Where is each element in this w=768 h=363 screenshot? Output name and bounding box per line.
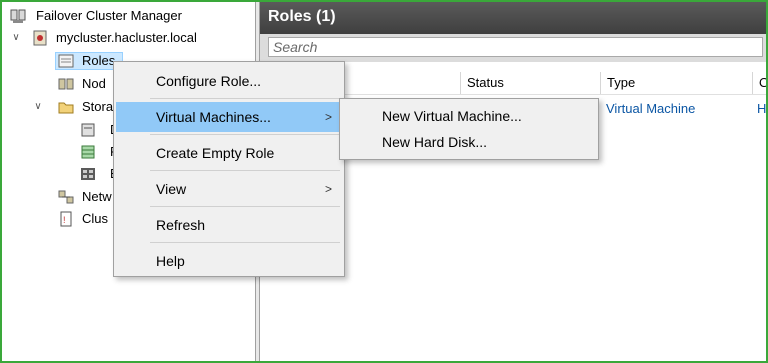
tree-item-label: Failover Cluster Manager — [36, 8, 182, 23]
network-icon — [58, 189, 74, 205]
menu-item-label: Refresh — [156, 217, 206, 233]
storage-folder-icon — [58, 99, 74, 115]
chevron-right-icon: > — [324, 110, 332, 124]
menu-separator — [150, 134, 340, 135]
tree-item-label: Stora — [82, 99, 114, 114]
menu-item-help[interactable]: Help — [116, 246, 342, 276]
chevron-down-icon[interactable]: ∨ — [10, 28, 22, 48]
chevron-down-icon[interactable]: ∨ — [32, 97, 44, 117]
menu-item-create-empty-role[interactable]: Create Empty Role — [116, 138, 342, 168]
roles-header: Roles (1) — [260, 2, 766, 34]
virtual-machines-submenu: New Virtual Machine... New Hard Disk... — [339, 98, 599, 160]
menu-item-label: Configure Role... — [156, 73, 262, 89]
menu-item-new-hard-disk[interactable]: New Hard Disk... — [342, 127, 596, 157]
roles-icon — [58, 53, 74, 69]
context-menu: Configure Role... Virtual Machines... > … — [113, 61, 345, 277]
menu-item-configure-role[interactable]: Configure Role... — [116, 66, 342, 96]
cluster-icon — [32, 30, 48, 46]
menu-item-refresh[interactable]: Refresh — [116, 210, 342, 240]
menu-item-virtual-machines[interactable]: Virtual Machines... > — [116, 102, 342, 132]
cell-type: Virtual Machine — [606, 101, 696, 116]
menu-item-label: Help — [156, 253, 185, 269]
enclosure-icon — [80, 166, 96, 182]
menu-separator — [150, 206, 340, 207]
menu-separator — [150, 170, 340, 171]
column-header-status[interactable]: Status — [460, 72, 600, 94]
chevron-right-icon: > — [324, 182, 332, 196]
menu-item-label: View — [156, 181, 187, 197]
search-input[interactable] — [268, 37, 763, 57]
column-header-type[interactable]: Type — [600, 72, 752, 94]
pool-icon — [80, 144, 96, 160]
tree-item-label: Roles — [82, 53, 116, 68]
menu-item-label: Create Empty Role — [156, 145, 275, 161]
cell-owner: H — [757, 101, 766, 116]
menu-item-label: New Hard Disk... — [382, 134, 488, 150]
menu-item-label: Virtual Machines... — [156, 109, 271, 125]
menu-separator — [150, 242, 340, 243]
menu-separator — [150, 98, 340, 99]
tree-item-label: Nod — [82, 76, 106, 91]
search-bar — [260, 34, 766, 62]
cluster-events-icon: ! — [58, 211, 74, 227]
tree-item-label: Netw — [82, 189, 112, 204]
tree-item-label: mycluster.hacluster.local — [56, 30, 197, 45]
svg-text:!: ! — [63, 215, 66, 225]
disk-icon — [80, 122, 96, 138]
tree-item-label: Clus — [82, 211, 109, 226]
menu-item-view[interactable]: View > — [116, 174, 342, 204]
nodes-icon — [58, 76, 74, 92]
cluster-manager-icon — [10, 8, 26, 24]
column-header-owner[interactable]: O — [752, 72, 766, 94]
page-title: Roles (1) — [268, 8, 336, 25]
